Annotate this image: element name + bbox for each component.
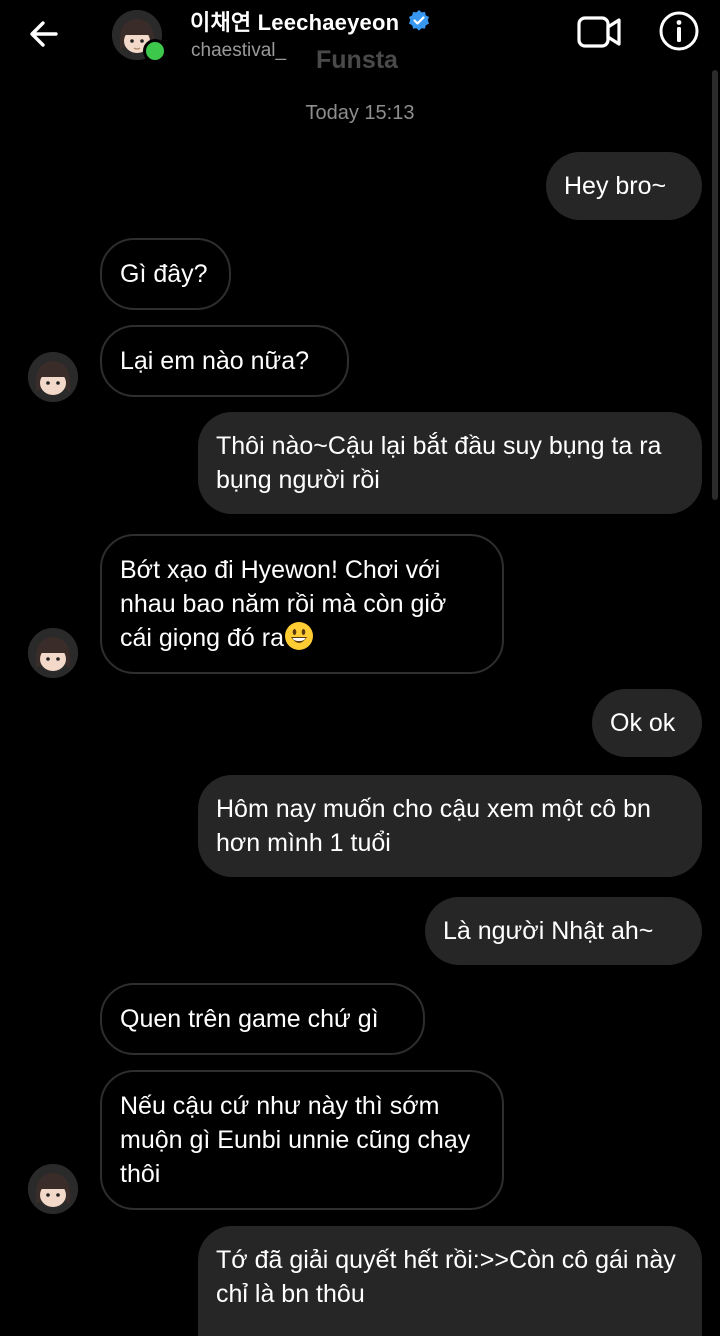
sent-message-bubble[interactable]: Ok ok (592, 689, 702, 757)
sender-avatar[interactable] (28, 1164, 78, 1214)
arrow-left-icon[interactable] (26, 16, 62, 52)
received-message-bubble[interactable]: Bớt xạo đi Hyewon! Chơi với nhau bao năm… (100, 534, 504, 674)
info-icon[interactable] (658, 10, 700, 52)
sent-message-bubble[interactable]: Hôm nay muốn cho cậu xem một cô bn hơn m… (198, 775, 702, 877)
message-timestamp: Today 15:13 (305, 102, 415, 124)
grinning-face-emoji-icon (285, 622, 314, 650)
sender-avatar[interactable] (28, 352, 78, 402)
received-message-bubble[interactable]: Quen trên game chứ gì (100, 983, 425, 1055)
sent-message-bubble[interactable]: Thôi nào~Cậu lại bắt đầu suy bụng ta ra … (198, 412, 702, 514)
scrollbar[interactable] (712, 70, 718, 500)
verified-badge-icon (409, 10, 430, 31)
online-status-dot (143, 39, 167, 63)
received-message-bubble[interactable]: Nếu cậu cứ như này thì sớm muộn gì Eunbi… (100, 1070, 504, 1210)
contact-name: 이채연 Leechaeyeon (190, 10, 400, 35)
chat-header: 이채연 Leechaeyeon chaestival_ Funsta (0, 0, 720, 80)
contact-username: chaestival_ (191, 40, 287, 61)
watermark-tag: Funsta (316, 46, 398, 74)
video-camera-icon[interactable] (576, 12, 622, 52)
contact-name-row[interactable]: 이채연 Leechaeyeon (190, 6, 431, 36)
sender-avatar[interactable] (28, 628, 78, 678)
received-message-bubble[interactable]: Lại em nào nữa? (100, 325, 349, 397)
received-message-bubble[interactable]: Gì đây? (100, 238, 231, 310)
sent-message-bubble[interactable]: Là người Nhật ah~ (425, 897, 702, 965)
sent-message-bubble[interactable]: Hey bro~ (546, 152, 702, 220)
sent-message-bubble[interactable]: Tớ đã giải quyết hết rồi:>>Còn cô gái nà… (198, 1226, 702, 1336)
